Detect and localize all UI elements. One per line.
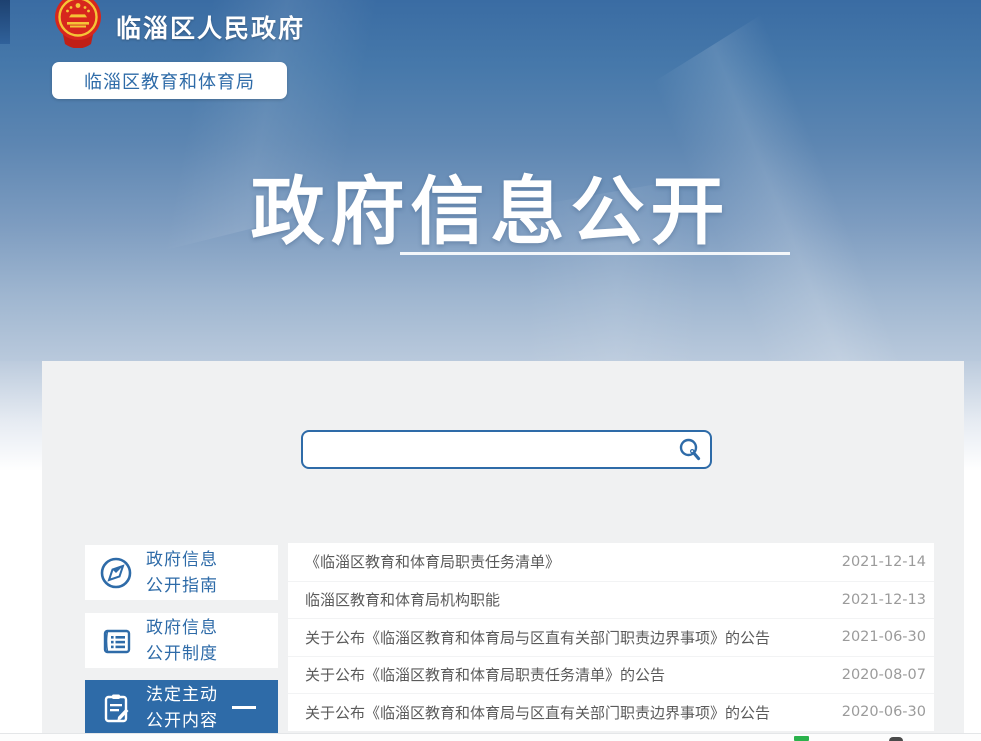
banner-left-dark-strip (0, 0, 10, 44)
news-title-link[interactable]: 《临淄区教育和体育局职责任务清单》 (305, 551, 830, 572)
collapse-minus-icon[interactable] (232, 706, 256, 709)
sidebar-item-statutory-disclosure[interactable]: 法定主动 公开内容 (85, 680, 278, 735)
bottom-strip (0, 733, 981, 741)
rules-document-icon (98, 623, 134, 659)
news-title-link[interactable]: 关于公布《临淄区教育和体育局职责任务清单》的公告 (305, 664, 830, 685)
search-button[interactable] (670, 432, 710, 467)
news-date: 2021-06-30 (842, 629, 926, 645)
dept-tab-button[interactable]: 临淄区教育和体育局 (52, 62, 287, 99)
sidebar-item-label: 法定主动 公开内容 (146, 682, 218, 734)
news-title-link[interactable]: 关于公布《临淄区教育和体育局与区直有关部门职责边界事项》的公告 (305, 702, 830, 723)
news-date: 2020-08-07 (842, 667, 926, 683)
page-title: 政府信息公开 (0, 152, 981, 259)
news-row[interactable]: 临淄区教育和体育局机构职能 2021-12-13 (288, 581, 934, 619)
gov-header-link[interactable]: 临淄区人民政府 (50, 0, 305, 46)
news-date: 2021-12-14 (842, 554, 926, 570)
title-underline (400, 252, 790, 255)
search-input[interactable] (303, 432, 670, 467)
news-date: 2021-12-13 (842, 592, 926, 608)
sidebar-item-label: 政府信息 公开指南 (146, 547, 218, 599)
page: 临淄区人民政府 临淄区教育和体育局 政府信息公开 政府信息 公开指南 (0, 0, 981, 741)
sidebar-item-label: 政府信息 公开制度 (146, 615, 218, 667)
search-icon (677, 437, 703, 463)
news-row[interactable]: 关于公布《临淄区教育和体育局职责任务清单》的公告 2020-08-07 (288, 656, 934, 694)
compass-icon (98, 555, 134, 591)
news-date: 2020-06-30 (842, 704, 926, 720)
footer-partial-green-icon (794, 736, 809, 741)
sidebar-item-guide[interactable]: 政府信息 公开指南 (85, 545, 278, 600)
sidebar-item-rules[interactable]: 政府信息 公开制度 (85, 613, 278, 668)
news-title-link[interactable]: 临淄区教育和体育局机构职能 (305, 589, 830, 610)
gov-name: 临淄区人民政府 (116, 9, 305, 45)
news-row[interactable]: 关于公布《临淄区教育和体育局与区直有关部门职责边界事项》的公告 2020-06-… (288, 693, 934, 731)
news-row[interactable]: 《临淄区教育和体育局职责任务清单》 2021-12-14 (288, 543, 934, 581)
news-title-link[interactable]: 关于公布《临淄区教育和体育局与区直有关部门职责边界事项》的公告 (305, 627, 830, 648)
search-box (301, 430, 712, 469)
national-emblem-icon (50, 0, 106, 48)
clipboard-pen-icon (98, 690, 134, 726)
news-row[interactable]: 关于公布《临淄区教育和体育局与区直有关部门职责边界事项》的公告 2021-06-… (288, 618, 934, 656)
news-list: 《临淄区教育和体育局职责任务清单》 2021-12-14 临淄区教育和体育局机构… (288, 543, 934, 731)
banner: 临淄区人民政府 临淄区教育和体育局 政府信息公开 (0, 0, 981, 361)
footer-partial-dark-icon (889, 737, 903, 741)
